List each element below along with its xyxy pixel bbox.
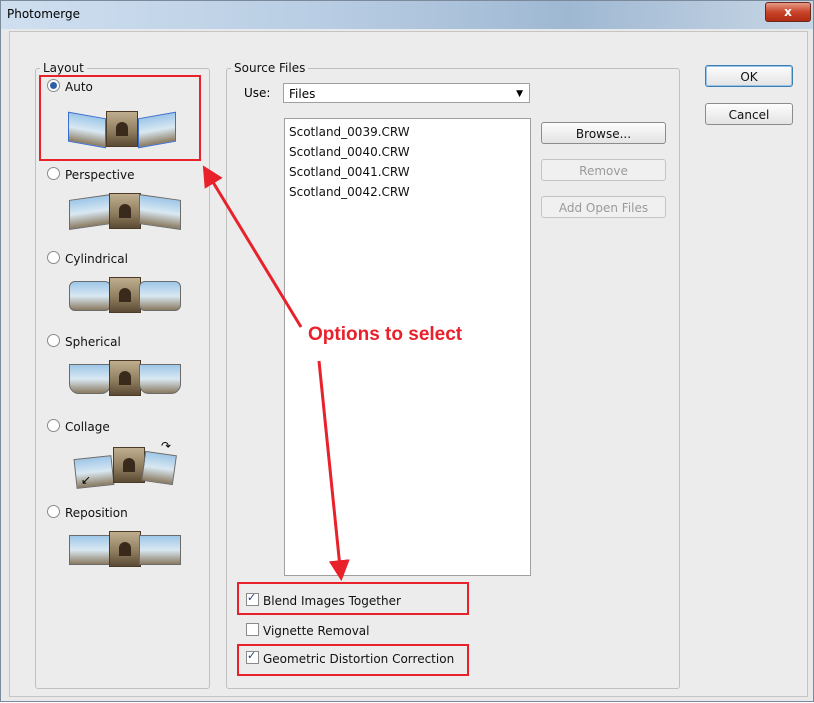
- annotation-arrows: [202, 165, 350, 582]
- photomerge-dialog: Photomerge x Layout Auto Perspective Cyl…: [0, 0, 814, 702]
- arrow-to-auto: [202, 165, 303, 328]
- arrow-to-blend: [317, 360, 350, 582]
- annotation-label: Options to select: [308, 324, 463, 345]
